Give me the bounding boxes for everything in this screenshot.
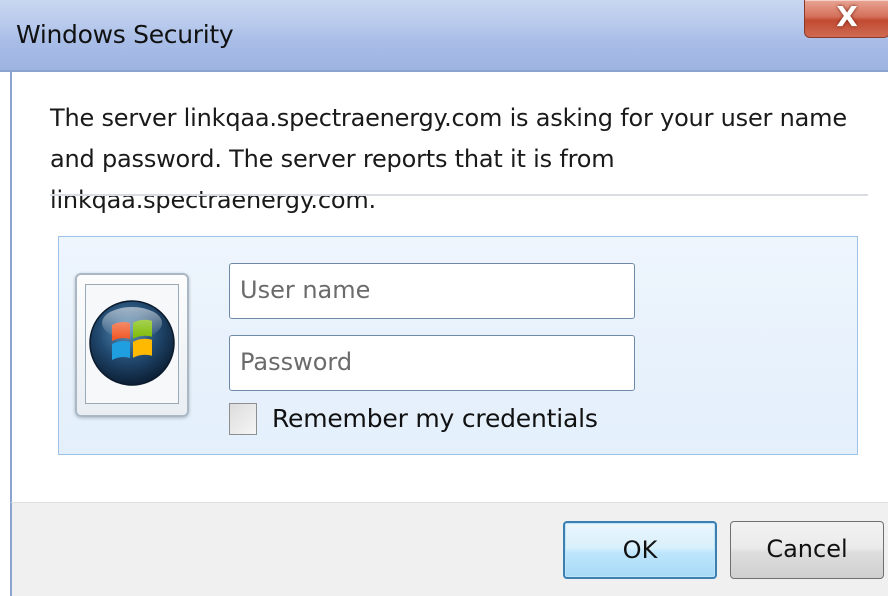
username-input[interactable]: User name — [229, 263, 635, 319]
remember-credentials-checkbox[interactable] — [229, 403, 257, 435]
user-tile-frame — [85, 284, 179, 404]
remember-credentials-label[interactable]: Remember my credentials — [272, 403, 598, 435]
dialog-content: The server linkqaa.spectraenergy.com is … — [10, 72, 888, 502]
windows-logo-icon — [89, 300, 175, 386]
ok-button[interactable]: OK — [563, 521, 717, 579]
close-button[interactable]: X — [804, 0, 888, 38]
password-input[interactable]: Password — [229, 335, 635, 391]
window-title: Windows Security — [16, 20, 234, 49]
close-icon: X — [836, 0, 858, 33]
title-bar: Windows Security X — [0, 0, 888, 72]
server-message: The server linkqaa.spectraenergy.com is … — [50, 104, 847, 214]
separator — [50, 194, 868, 196]
cancel-button[interactable]: Cancel — [730, 521, 884, 579]
windows-security-dialog: Windows Security X The server linkqaa.sp… — [0, 0, 888, 596]
credential-panel: User name Password Remember my credentia… — [58, 236, 858, 455]
dialog-footer: OK Cancel — [10, 502, 888, 596]
user-tile — [75, 273, 189, 417]
